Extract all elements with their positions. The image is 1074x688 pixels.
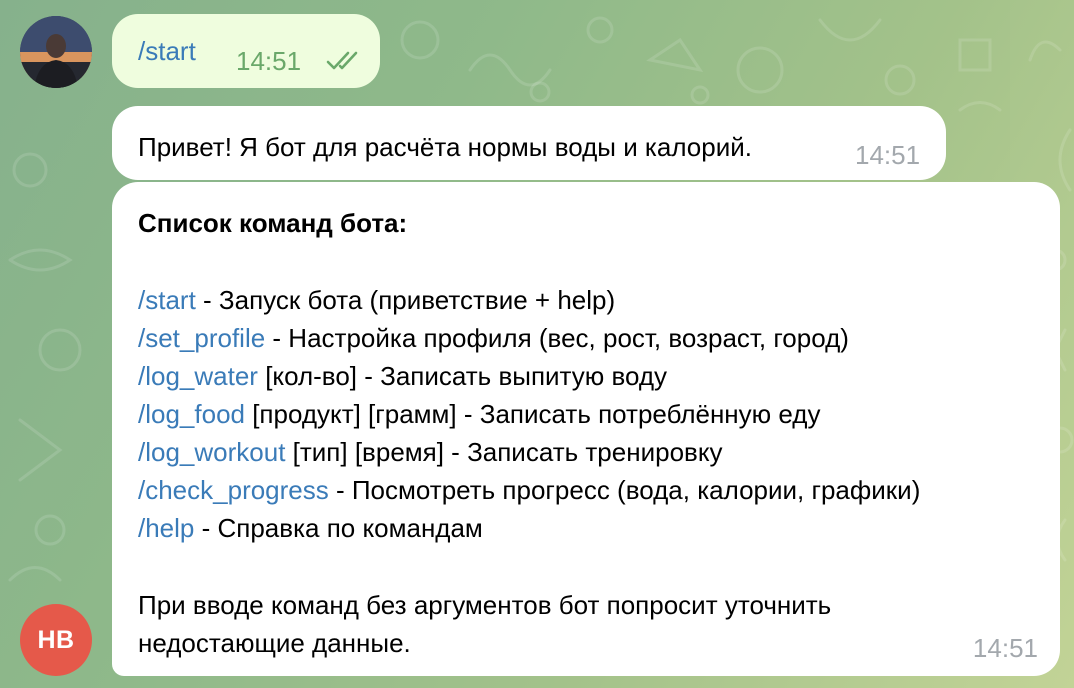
command-description: [тип] [время] - Записать тренировку: [285, 437, 723, 467]
command-row: /start - Запуск бота (приветствие + help…: [138, 285, 615, 316]
command-description: - Посмотреть прогресс (вода, калории, гр…: [328, 475, 921, 505]
bot-greeting-message[interactable]: Привет! Я бот для расчёта нормы воды и к…: [112, 106, 946, 180]
message-time: 14:51: [855, 140, 921, 170]
note-text-line-1: При вводе команд без аргументов бот попр…: [138, 590, 832, 620]
command-link-set-profile[interactable]: /set_profile: [138, 323, 265, 353]
command-row: /help - Справка по командам: [138, 513, 483, 544]
command-row: /set_profile - Настройка профиля (вес, р…: [138, 323, 849, 354]
command-link-help[interactable]: /help: [138, 513, 194, 543]
command-link-log-water[interactable]: /log_water: [138, 361, 258, 391]
message-time: 14:51: [972, 633, 1038, 663]
command-description: - Настройка профиля (вес, рост, возраст,…: [265, 323, 849, 353]
bot-avatar-initials: HB: [37, 625, 75, 654]
bot-commands-message[interactable]: Список команд бота: /start - Запуск бота…: [112, 182, 1060, 676]
command-link-check-progress[interactable]: /check_progress: [138, 475, 329, 505]
message-time: 14:51: [236, 46, 302, 76]
command-row: /log_water [кол-во] - Записать выпитую в…: [138, 361, 667, 392]
commands-title: Список команд бота:: [138, 208, 408, 238]
command-description: [кол-во] - Записать выпитую воду: [257, 361, 668, 391]
command-description: - Справка по командам: [194, 513, 483, 543]
user-avatar[interactable]: [20, 16, 92, 88]
command-description: [продукт] [грамм] - Записать потреблённу…: [244, 399, 821, 429]
command-link-start[interactable]: /start: [138, 285, 196, 315]
message-text: Привет! Я бот для расчёта нормы воды и к…: [138, 132, 752, 162]
command-row: /log_workout [тип] [время] - Записать тр…: [138, 437, 723, 468]
command-description: - Запуск бота (приветствие + help): [195, 285, 616, 315]
chat-background: /start 14:51 Привет! Я бот для расчёта н…: [0, 0, 1074, 688]
command-link-log-food[interactable]: /log_food: [138, 399, 245, 429]
command-row: /log_food [продукт] [грамм] - Записать п…: [138, 399, 820, 430]
double-check-icon: [326, 50, 364, 77]
person-photo-icon: [20, 16, 92, 88]
message-text[interactable]: /start: [138, 36, 196, 67]
command-link-log-workout[interactable]: /log_workout: [138, 437, 285, 467]
command-row: /check_progress - Посмотреть прогресс (в…: [138, 475, 920, 506]
note-text-line-2: недостающие данные.: [138, 628, 411, 658]
bot-avatar[interactable]: HB: [20, 604, 92, 676]
